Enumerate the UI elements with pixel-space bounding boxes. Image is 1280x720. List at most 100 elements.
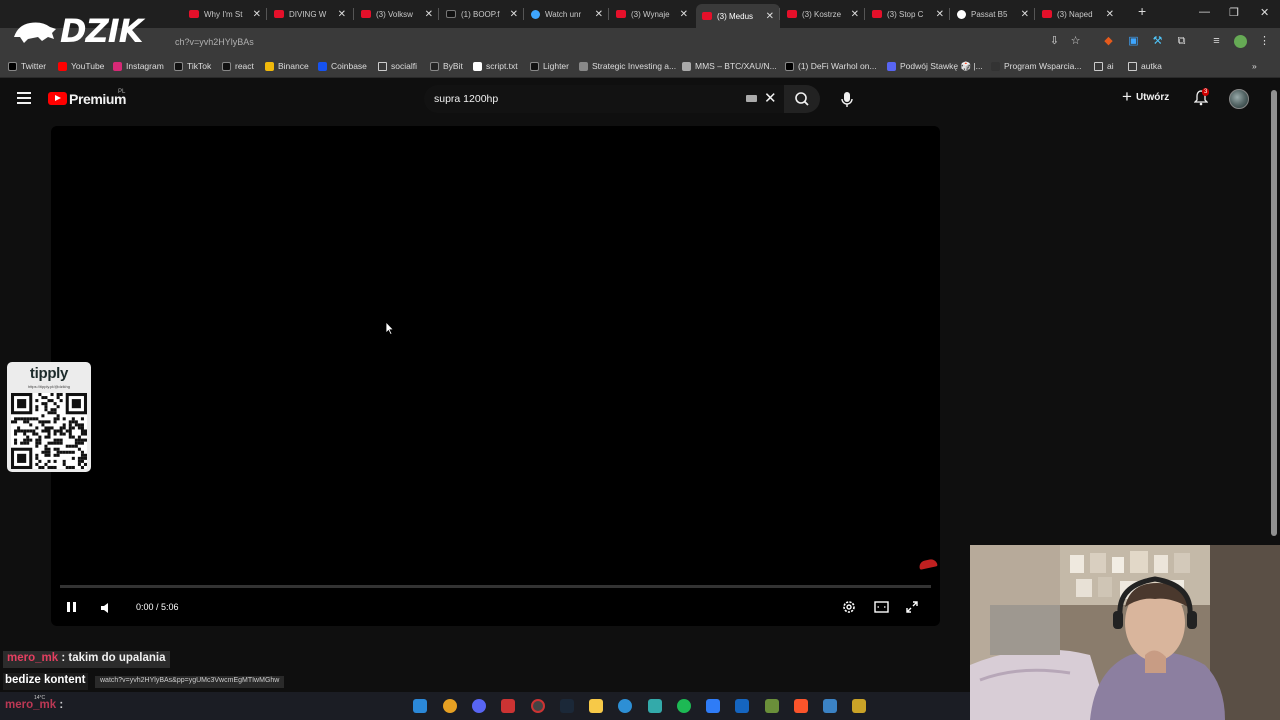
mouse-cursor-icon <box>385 321 395 335</box>
chat-message: mero_mk : takim do upalania <box>3 651 170 668</box>
chrome-taskbar-icon[interactable] <box>443 699 457 713</box>
game-taskbar-icon[interactable] <box>765 699 779 713</box>
bookmark-label: Program Wsparcia... <box>1004 61 1082 71</box>
tab-close-icon[interactable]: ✕ <box>595 9 603 20</box>
bookmark-item[interactable]: Instagram <box>113 61 164 71</box>
tab-close-icon[interactable]: ✕ <box>851 9 859 20</box>
bookmark-item[interactable]: script.txt <box>473 61 518 71</box>
app-taskbar-icon[interactable] <box>501 699 515 713</box>
tab-close-icon[interactable]: ✕ <box>425 9 433 20</box>
bookmark-item[interactable]: Program Wsparcia... <box>991 61 1081 71</box>
discord-taskbar-icon[interactable] <box>472 699 486 713</box>
video-progress-bar[interactable] <box>60 585 931 588</box>
tab-close-icon[interactable]: ✕ <box>680 9 688 20</box>
bookmark-item[interactable]: MMS – BTC/XAU/N... <box>682 61 777 71</box>
bookmark-item[interactable]: Strategic Investing a... <box>579 61 676 71</box>
search-input[interactable]: supra 1200hp ✕ <box>424 85 784 113</box>
tab-close-icon[interactable]: ✕ <box>936 9 944 20</box>
browser-tab[interactable]: DIVING W ✕ <box>268 4 352 24</box>
dzik-stream-logo: DZIK <box>12 12 143 50</box>
settings-gear-icon[interactable] <box>841 599 857 615</box>
bookmark-item[interactable]: Lighter <box>530 61 569 71</box>
browser-tab[interactable]: (1) BOOP.f ✕ <box>440 4 524 24</box>
minimize-button[interactable]: — <box>1199 6 1210 18</box>
file-explorer-taskbar-icon[interactable] <box>589 699 603 713</box>
browser-tab[interactable]: (3) Medus ✕ <box>696 4 780 28</box>
create-label: Utwórz <box>1135 91 1170 103</box>
browser-tab[interactable]: Why I'm St ✕ <box>183 4 267 24</box>
volume-icon[interactable] <box>99 601 113 615</box>
account-avatar[interactable] <box>1229 89 1249 109</box>
youtube-logo-icon[interactable] <box>48 92 67 105</box>
browser-tab[interactable]: Watch unr ✕ <box>525 4 609 24</box>
bookmark-star-icon[interactable]: ☆ <box>1069 35 1082 48</box>
tool-taskbar-icon[interactable] <box>648 699 662 713</box>
tab-close-icon[interactable]: ✕ <box>1106 9 1114 20</box>
bookmark-item[interactable]: ByBit <box>430 61 463 71</box>
voice-search-button[interactable] <box>834 85 860 113</box>
tab-separator <box>779 8 780 20</box>
close-window-button[interactable]: ✕ <box>1260 6 1269 19</box>
extension-fox-icon[interactable]: ◆ <box>1102 35 1115 48</box>
browser-tab[interactable]: (3) Naped ✕ <box>1036 4 1120 24</box>
league-taskbar-icon[interactable] <box>852 699 866 713</box>
obs-taskbar-icon[interactable] <box>531 699 545 713</box>
bookmark-item[interactable]: Coinbase <box>318 61 367 71</box>
bookmark-favicon-icon <box>473 61 482 71</box>
notepad-taskbar-icon[interactable] <box>823 699 837 713</box>
tab-close-icon[interactable]: ✕ <box>1021 9 1029 20</box>
bookmark-label: Instagram <box>126 61 164 71</box>
create-button[interactable]: + Utwórz <box>1122 88 1170 105</box>
ccleaner-taskbar-icon[interactable] <box>618 699 632 713</box>
install-icon[interactable]: ⇩ <box>1048 35 1061 48</box>
tab-close-icon[interactable]: ✕ <box>510 9 518 20</box>
extension-tool-icon[interactable]: ⚒ <box>1151 35 1164 48</box>
bookmark-item[interactable]: react <box>222 61 254 71</box>
video-player[interactable]: 0:00 / 5:06 <box>51 126 940 626</box>
brave-taskbar-icon[interactable] <box>794 699 808 713</box>
browser-tab[interactable]: Passat B5 ✕ <box>951 4 1035 24</box>
bookmark-item[interactable]: Podwój Stawkę 🎲 |... <box>887 61 983 72</box>
bookmark-item[interactable]: autka <box>1128 61 1162 71</box>
steam-taskbar-icon[interactable] <box>560 699 574 713</box>
app-blue-taskbar-icon[interactable] <box>706 699 720 713</box>
profile-icon[interactable] <box>1234 35 1247 48</box>
tab-favicon-icon <box>957 9 966 19</box>
clear-search-icon[interactable]: ✕ <box>764 89 777 107</box>
bookmark-item[interactable]: Twitter <box>8 61 46 71</box>
browser-tab[interactable]: (3) Kostrze ✕ <box>781 4 865 24</box>
theater-mode-icon[interactable] <box>874 601 889 613</box>
browser-tab[interactable]: (3) Stop C ✕ <box>866 4 950 24</box>
bookmark-item[interactable]: TikTok <box>174 61 211 71</box>
fullscreen-icon[interactable] <box>905 600 919 614</box>
chat-text: : <box>59 699 64 711</box>
bookmark-item[interactable]: (1) DeFi Warhol on... <box>785 61 877 71</box>
bookmarks-more-button[interactable]: » <box>1252 61 1257 71</box>
url-text[interactable]: ch?v=yvh2HYlyBAs <box>175 37 254 47</box>
media-control-icon[interactable]: ≡ <box>1210 35 1223 48</box>
pause-button[interactable] <box>66 602 78 613</box>
extensions-puzzle-icon[interactable]: ⧉ <box>1175 35 1188 48</box>
browser-menu-icon[interactable]: ⋮ <box>1258 35 1271 48</box>
bookmark-item[interactable]: Binance <box>265 61 309 71</box>
search-button[interactable] <box>784 85 820 113</box>
hamburger-menu-icon[interactable] <box>17 92 31 104</box>
bookmark-item[interactable]: YouTube <box>58 61 104 71</box>
tab-close-icon[interactable]: ✕ <box>766 11 774 22</box>
start-menu-icon[interactable] <box>413 699 427 713</box>
tab-close-icon[interactable]: ✕ <box>253 9 261 20</box>
new-tab-button[interactable]: + <box>1138 3 1146 19</box>
extension-blue-icon[interactable]: ▣ <box>1127 35 1140 48</box>
browser-tab[interactable]: (3) Wynaje ✕ <box>610 4 694 24</box>
browser-tab[interactable]: (3) Volksw ✕ <box>355 4 439 24</box>
bookmark-label: YouTube <box>71 61 105 71</box>
tab-separator <box>864 8 865 20</box>
x-app-taskbar-icon[interactable] <box>735 699 749 713</box>
spotify-taskbar-icon[interactable] <box>677 699 691 713</box>
bookmark-item[interactable]: ai <box>1094 61 1114 71</box>
restore-button[interactable]: ❐ <box>1229 6 1239 19</box>
bookmark-item[interactable]: socialfi <box>378 61 417 71</box>
keyboard-icon[interactable] <box>746 95 757 102</box>
tab-close-icon[interactable]: ✕ <box>338 9 346 20</box>
page-scrollbar[interactable] <box>1271 90 1277 536</box>
